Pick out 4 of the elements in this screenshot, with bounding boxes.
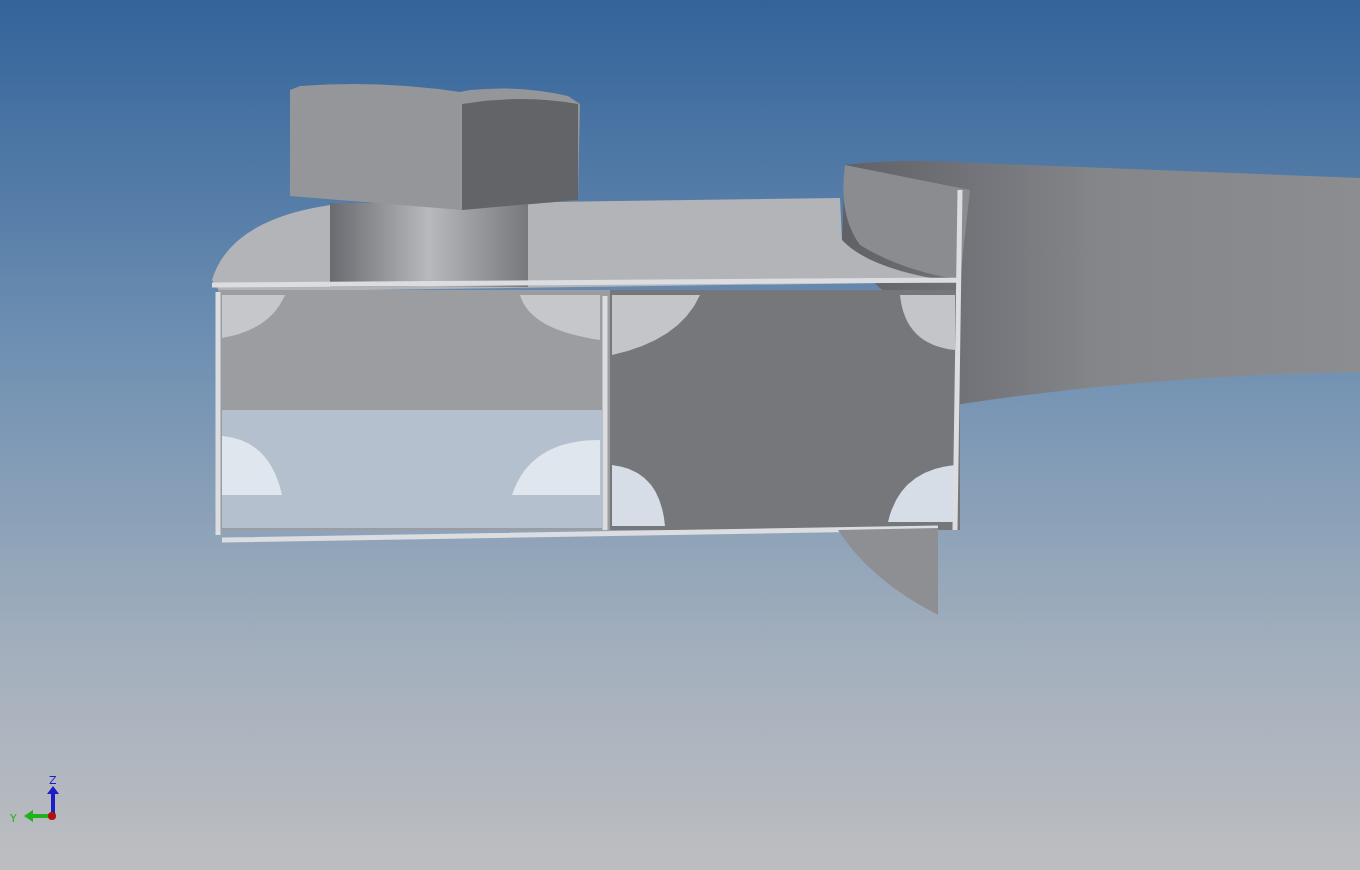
axis-label: Y [10,812,17,825]
axis-label: Z [49,774,57,787]
origin-dot-icon [48,812,56,820]
3d-viewport[interactable]: Z Y [0,0,1360,870]
